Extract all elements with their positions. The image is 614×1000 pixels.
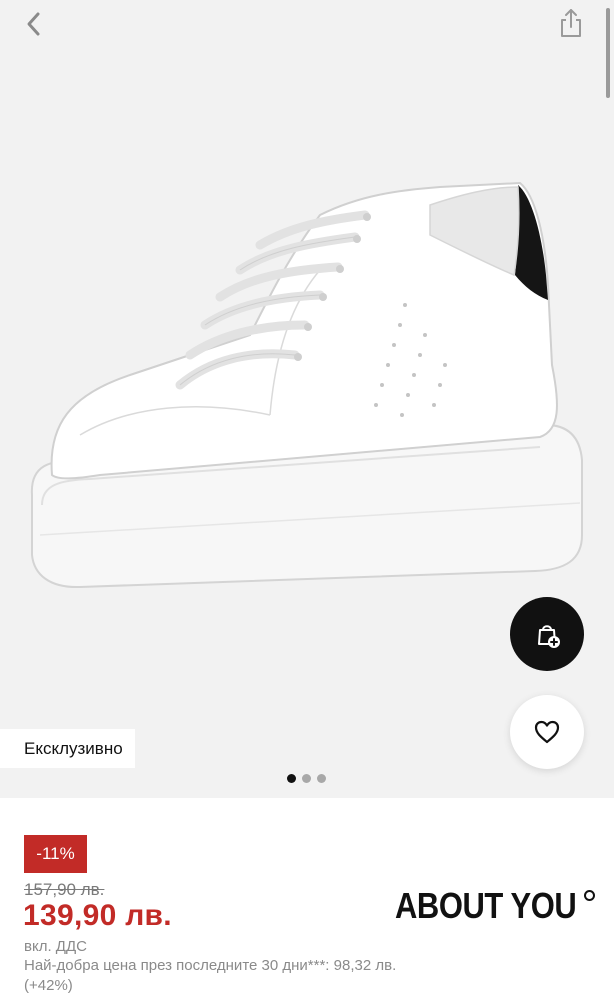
back-button[interactable] <box>20 8 50 40</box>
share-button[interactable] <box>555 6 587 40</box>
pagination-dot-2[interactable] <box>302 774 311 783</box>
current-price: 139,90 лв. <box>23 899 172 932</box>
brand-logo-text: ABOUT YOU <box>395 885 577 926</box>
logo-ring-icon <box>583 890 595 901</box>
heart-icon <box>534 720 560 744</box>
share-icon <box>561 9 581 37</box>
product-gallery[interactable]: Ексклузивно <box>0 0 614 798</box>
pagination-dot-1[interactable] <box>287 774 296 783</box>
scrollbar[interactable] <box>606 8 610 98</box>
vat-note: вкл. ДДС <box>24 938 87 955</box>
exclusive-badge: Ексклузивно <box>0 729 135 768</box>
chevron-left-icon <box>27 12 40 36</box>
product-image[interactable] <box>20 175 595 605</box>
best-price-note: Най-добра цена през последните 30 дни***… <box>24 957 397 994</box>
wishlist-button[interactable] <box>510 695 584 769</box>
product-info: -11% 157,90 лв. 139,90 лв. вкл. ДДС Най-… <box>0 798 614 1000</box>
brand-logo[interactable]: ABOUT YOU <box>395 886 595 926</box>
old-price: 157,90 лв. <box>24 880 105 899</box>
discount-badge: -11% <box>24 835 87 873</box>
add-to-cart-button[interactable] <box>510 597 584 671</box>
pagination-dot-3[interactable] <box>317 774 326 783</box>
gallery-pagination[interactable] <box>287 774 326 783</box>
shopping-bag-plus-icon <box>538 625 560 648</box>
